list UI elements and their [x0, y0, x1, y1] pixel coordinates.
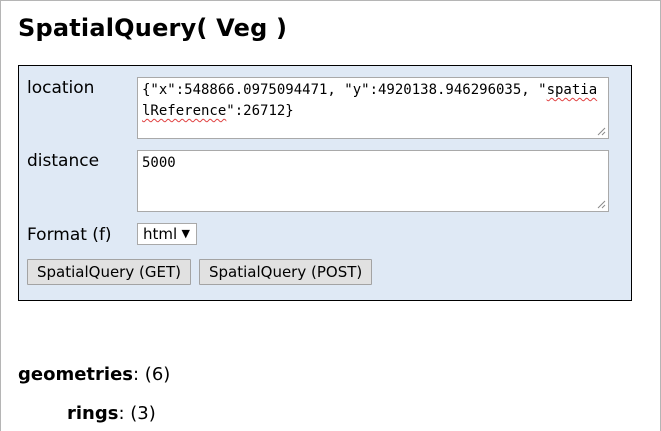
- distance-textarea[interactable]: 5000: [137, 150, 609, 212]
- format-select[interactable]: html ▼: [137, 223, 197, 245]
- location-value-part1: {"x":548866.0975094471, "y":4920138.9462…: [142, 82, 547, 98]
- rings-label: rings: [67, 403, 119, 424]
- geometries-count: (6): [144, 364, 171, 385]
- distance-label: distance: [27, 151, 100, 171]
- geometries-heading: geometries: (6): [18, 364, 170, 385]
- rings-separator: :: [118, 403, 131, 424]
- format-selected-value: html: [143, 225, 178, 243]
- geometries-label: geometries: [18, 364, 133, 385]
- page-title: SpatialQuery( Veg ): [18, 14, 288, 42]
- rings-count: (3): [130, 403, 156, 424]
- location-value-part2: ":26712}: [226, 103, 294, 119]
- resize-grip-icon[interactable]: [596, 126, 606, 136]
- format-label: Format (f): [27, 225, 112, 245]
- query-form: location {"x":548866.0975094471, "y":492…: [18, 65, 632, 301]
- resize-grip-icon[interactable]: [596, 199, 606, 209]
- spatialquery-get-button[interactable]: SpatialQuery (GET): [27, 259, 191, 285]
- geometries-separator: :: [133, 364, 145, 385]
- rings-heading: rings: (3): [67, 403, 156, 424]
- location-label: location: [27, 78, 95, 98]
- distance-value: 5000: [142, 155, 176, 171]
- chevron-down-icon: ▼: [181, 227, 190, 240]
- location-textarea[interactable]: {"x":548866.0975094471, "y":4920138.9462…: [137, 77, 609, 139]
- spatialquery-post-button[interactable]: SpatialQuery (POST): [199, 259, 373, 285]
